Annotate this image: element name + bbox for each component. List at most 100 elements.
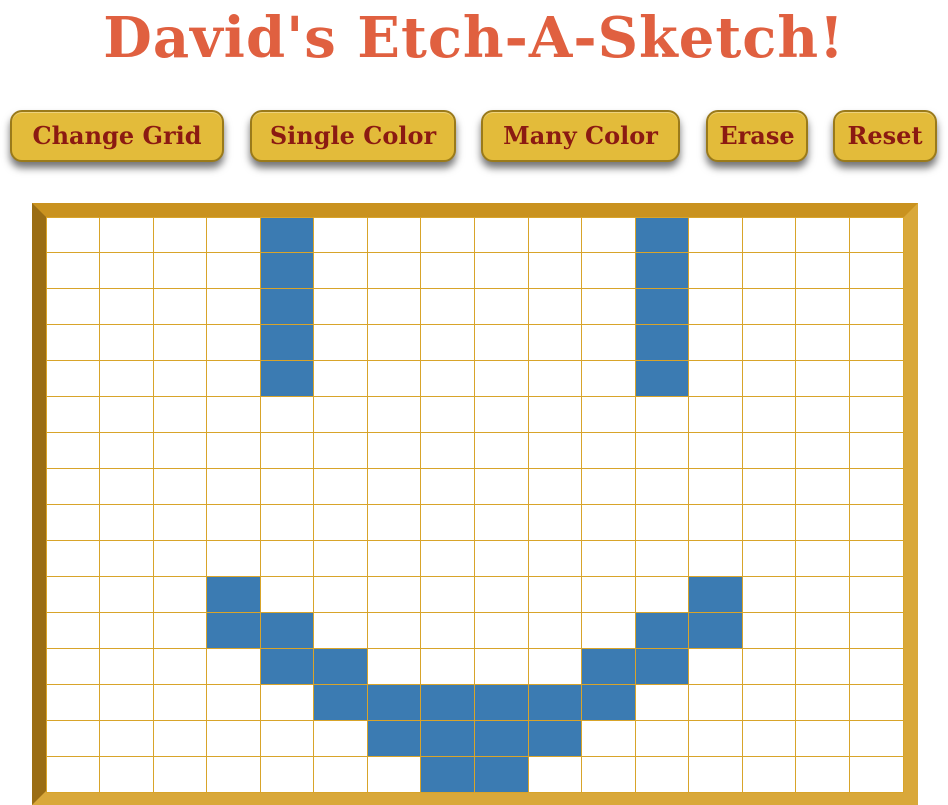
grid-cell[interactable] bbox=[634, 252, 690, 290]
grid-cell[interactable] bbox=[259, 432, 315, 470]
grid-cell[interactable] bbox=[474, 396, 529, 434]
many-color-button[interactable]: Many Color bbox=[481, 110, 680, 162]
grid-cell[interactable] bbox=[527, 396, 583, 434]
grid-cell[interactable] bbox=[527, 288, 583, 326]
grid-cell[interactable] bbox=[527, 468, 583, 505]
grid-cell[interactable] bbox=[99, 683, 154, 721]
grid-cell[interactable] bbox=[45, 468, 101, 505]
grid-cell[interactable] bbox=[99, 719, 154, 757]
grid-cell[interactable] bbox=[152, 432, 208, 470]
grid-cell[interactable] bbox=[152, 719, 208, 757]
grid-cell[interactable] bbox=[741, 360, 797, 398]
grid-cell[interactable] bbox=[259, 611, 315, 649]
grid-cell[interactable] bbox=[527, 252, 583, 290]
grid-cell[interactable] bbox=[741, 216, 797, 254]
grid-cell[interactable] bbox=[795, 288, 850, 326]
grid-cell[interactable] bbox=[581, 324, 636, 362]
grid-cell[interactable] bbox=[848, 683, 904, 721]
sketch-grid[interactable] bbox=[45, 216, 904, 793]
grid-cell[interactable] bbox=[634, 575, 690, 613]
grid-cell[interactable] bbox=[634, 719, 690, 757]
grid-cell[interactable] bbox=[474, 252, 529, 290]
grid-cell[interactable] bbox=[474, 647, 529, 685]
grid-cell[interactable] bbox=[741, 468, 797, 505]
grid-cell[interactable] bbox=[313, 647, 368, 685]
grid-cell[interactable] bbox=[688, 504, 743, 541]
grid-cell[interactable] bbox=[688, 216, 743, 254]
grid-cell[interactable] bbox=[741, 647, 797, 685]
grid-cell[interactable] bbox=[474, 504, 529, 541]
grid-cell[interactable] bbox=[581, 575, 636, 613]
grid-cell[interactable] bbox=[366, 252, 422, 290]
grid-cell[interactable] bbox=[45, 216, 101, 254]
grid-cell[interactable] bbox=[848, 324, 904, 362]
grid-cell[interactable] bbox=[527, 324, 583, 362]
grid-cell[interactable] bbox=[688, 252, 743, 290]
grid-cell[interactable] bbox=[795, 432, 850, 470]
grid-cell[interactable] bbox=[848, 396, 904, 434]
grid-cell[interactable] bbox=[420, 432, 475, 470]
grid-cell[interactable] bbox=[99, 216, 154, 254]
grid-cell[interactable] bbox=[45, 683, 101, 721]
grid-cell[interactable] bbox=[527, 360, 583, 398]
erase-button[interactable]: Erase bbox=[706, 110, 808, 162]
grid-cell[interactable] bbox=[795, 324, 850, 362]
grid-cell[interactable] bbox=[45, 611, 101, 649]
grid-cell[interactable] bbox=[420, 755, 475, 793]
grid-cell[interactable] bbox=[634, 324, 690, 362]
grid-cell[interactable] bbox=[634, 647, 690, 685]
grid-cell[interactable] bbox=[420, 324, 475, 362]
grid-cell[interactable] bbox=[581, 252, 636, 290]
grid-cell[interactable] bbox=[152, 396, 208, 434]
grid-cell[interactable] bbox=[420, 360, 475, 398]
grid-cell[interactable] bbox=[259, 504, 315, 541]
grid-cell[interactable] bbox=[313, 396, 368, 434]
grid-cell[interactable] bbox=[99, 360, 154, 398]
grid-cell[interactable] bbox=[420, 252, 475, 290]
grid-cell[interactable] bbox=[45, 360, 101, 398]
grid-cell[interactable] bbox=[313, 611, 368, 649]
grid-cell[interactable] bbox=[741, 504, 797, 541]
grid-cell[interactable] bbox=[313, 216, 368, 254]
grid-cell[interactable] bbox=[474, 468, 529, 505]
grid-cell[interactable] bbox=[527, 719, 583, 757]
grid-cell[interactable] bbox=[527, 611, 583, 649]
grid-cell[interactable] bbox=[634, 432, 690, 470]
grid-cell[interactable] bbox=[152, 504, 208, 541]
grid-cell[interactable] bbox=[313, 468, 368, 505]
grid-cell[interactable] bbox=[420, 216, 475, 254]
grid-cell[interactable] bbox=[527, 647, 583, 685]
grid-cell[interactable] bbox=[420, 719, 475, 757]
grid-cell[interactable] bbox=[206, 575, 261, 613]
grid-cell[interactable] bbox=[45, 647, 101, 685]
grid-cell[interactable] bbox=[313, 575, 368, 613]
grid-cell[interactable] bbox=[152, 324, 208, 362]
grid-cell[interactable] bbox=[741, 252, 797, 290]
grid-cell[interactable] bbox=[420, 683, 475, 721]
grid-cell[interactable] bbox=[848, 719, 904, 757]
grid-cell[interactable] bbox=[259, 360, 315, 398]
grid-cell[interactable] bbox=[366, 288, 422, 326]
grid-cell[interactable] bbox=[152, 575, 208, 613]
grid-cell[interactable] bbox=[795, 575, 850, 613]
grid-cell[interactable] bbox=[741, 755, 797, 793]
grid-cell[interactable] bbox=[688, 468, 743, 505]
grid-cell[interactable] bbox=[741, 611, 797, 649]
grid-cell[interactable] bbox=[527, 539, 583, 577]
grid-cell[interactable] bbox=[259, 719, 315, 757]
grid-cell[interactable] bbox=[420, 288, 475, 326]
grid-cell[interactable] bbox=[795, 647, 850, 685]
grid-cell[interactable] bbox=[45, 575, 101, 613]
grid-cell[interactable] bbox=[474, 360, 529, 398]
grid-cell[interactable] bbox=[206, 683, 261, 721]
grid-cell[interactable] bbox=[420, 611, 475, 649]
grid-cell[interactable] bbox=[634, 611, 690, 649]
grid-cell[interactable] bbox=[206, 324, 261, 362]
grid-cell[interactable] bbox=[152, 683, 208, 721]
grid-cell[interactable] bbox=[634, 396, 690, 434]
grid-cell[interactable] bbox=[741, 396, 797, 434]
grid-cell[interactable] bbox=[366, 611, 422, 649]
grid-cell[interactable] bbox=[581, 539, 636, 577]
grid-cell[interactable] bbox=[45, 504, 101, 541]
grid-cell[interactable] bbox=[688, 647, 743, 685]
